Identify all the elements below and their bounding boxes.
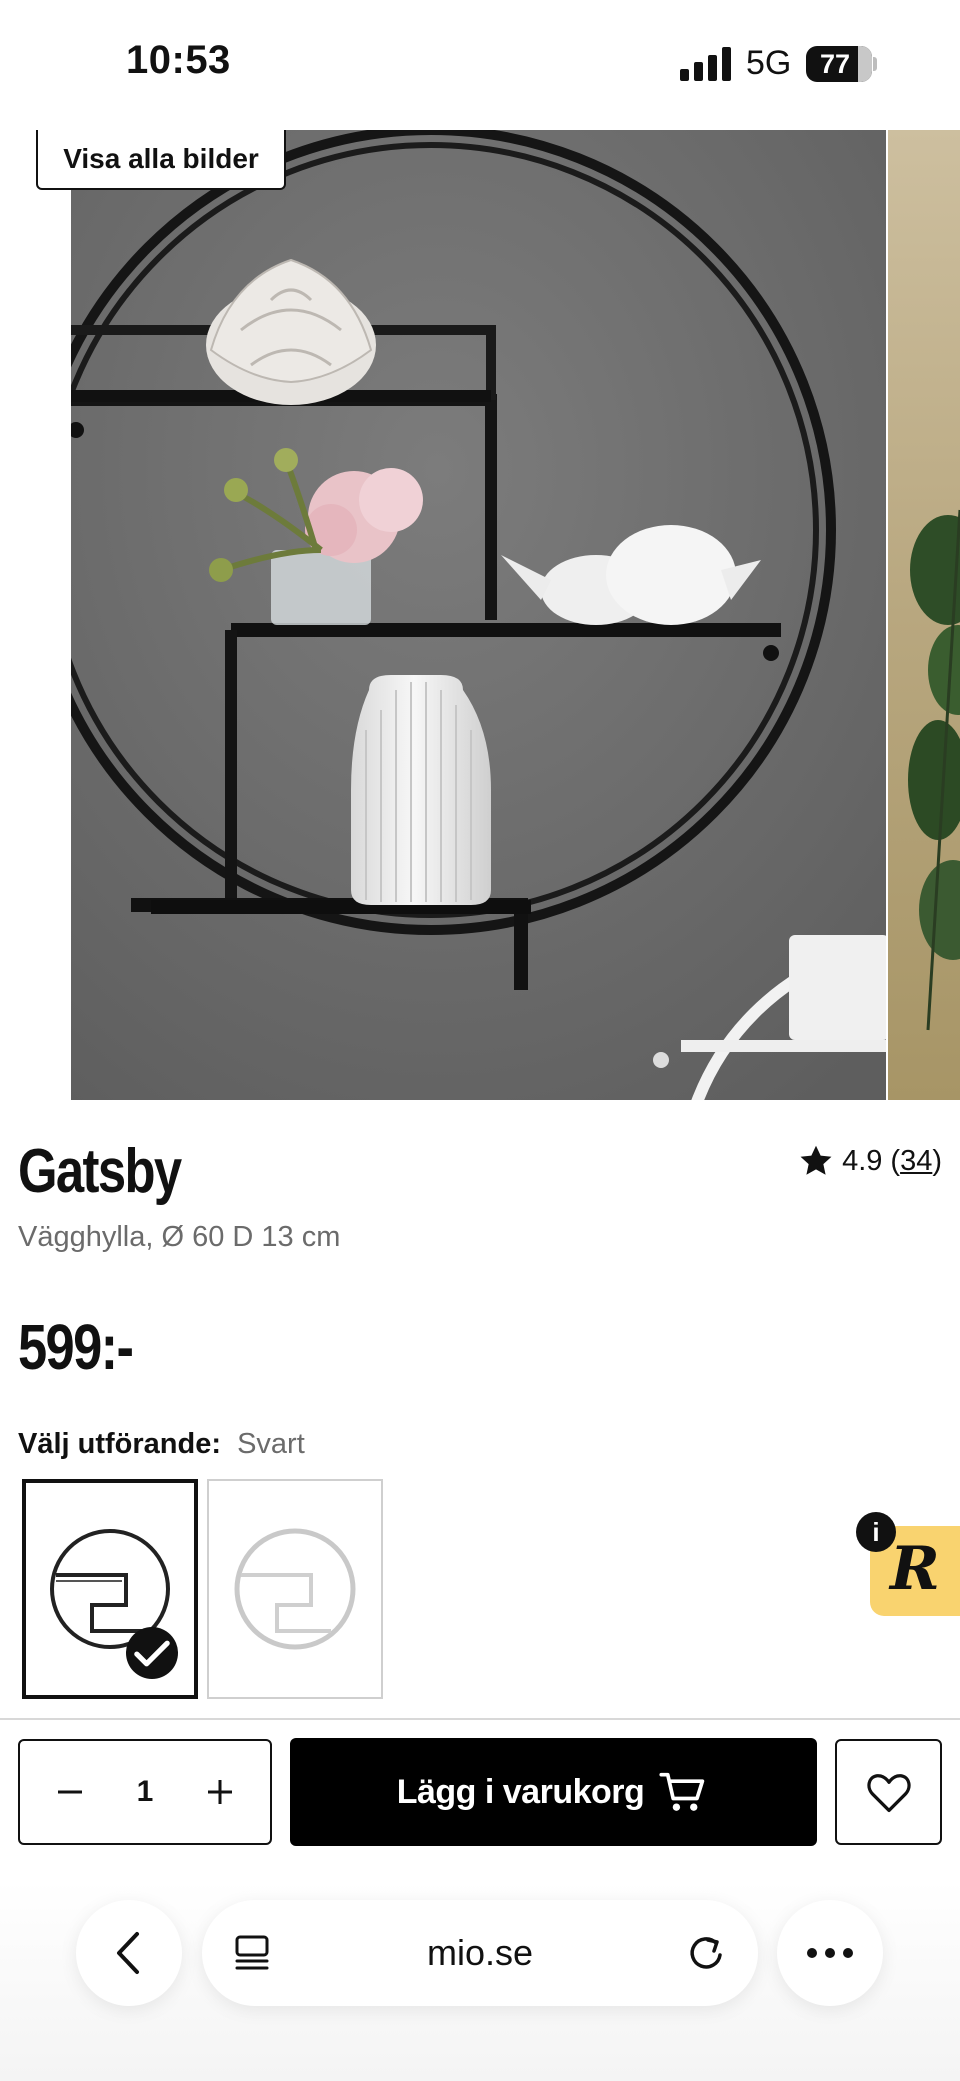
url-text[interactable]: mio.se (202, 1900, 758, 2006)
star-icon (800, 1145, 832, 1175)
network-type: 5G (746, 44, 792, 82)
ellipsis-icon (807, 1948, 853, 1958)
info-icon[interactable]: i (856, 1512, 896, 1552)
minus-icon (58, 1790, 82, 1794)
variant-label-text: Välj utförande: (18, 1428, 222, 1460)
status-bar: 10:53 5G 77 (0, 0, 960, 130)
status-time: 10:53 (126, 38, 231, 82)
quantity-stepper[interactable]: 1 (18, 1739, 272, 1845)
rating-count[interactable]: 34 (900, 1145, 932, 1178)
product-title: Gatsby (18, 1137, 182, 1206)
variant-swatch-black[interactable] (22, 1479, 198, 1699)
variant-selected-value: Svart (237, 1428, 305, 1460)
battery-icon: 77 (806, 46, 872, 82)
divider (0, 1718, 960, 1720)
quantity-value[interactable]: 1 (137, 1775, 154, 1809)
decrease-quantity-button[interactable] (50, 1772, 90, 1812)
signal-icon (680, 47, 731, 81)
reload-icon[interactable] (684, 1931, 728, 1975)
add-to-cart-label: Lägg i varukorg (396, 1772, 645, 1811)
white-shelf-thumbnail (234, 1528, 356, 1650)
rating-open-paren: ( (890, 1144, 901, 1177)
heart-icon (866, 1774, 911, 1813)
battery-tip (873, 57, 877, 71)
product-price: 599:- (18, 1311, 134, 1383)
address-bar[interactable]: mio.se (202, 1900, 758, 2006)
variant-swatch-white[interactable] (207, 1479, 383, 1699)
rating-close-paren: ) (932, 1144, 942, 1177)
product-gallery[interactable]: Visa alla bilder (0, 130, 960, 1100)
plus-icon (208, 1780, 232, 1804)
battery-level: 77 (819, 49, 851, 79)
next-product-image[interactable] (888, 130, 960, 1100)
view-all-images-button[interactable]: Visa alla bilder (36, 130, 286, 190)
more-options-button[interactable] (777, 1900, 883, 2006)
wishlist-button[interactable] (835, 1739, 942, 1845)
reviews-badge-logo: R (890, 1534, 940, 1604)
product-image[interactable] (71, 130, 886, 1100)
rating-value: 4.9 (842, 1144, 883, 1177)
product-rating[interactable]: 4.9 (34) (798, 1143, 942, 1179)
product-subtitle: Vägghylla, Ø 60 D 13 cm (18, 1221, 341, 1253)
increase-quantity-button[interactable] (200, 1772, 240, 1812)
add-to-cart-button[interactable]: Lägg i varukorg (290, 1738, 817, 1846)
back-button[interactable] (76, 1900, 182, 2006)
chevron-left-icon (117, 1932, 139, 1974)
selected-check-icon (126, 1627, 178, 1679)
variant-label: Välj utförande: Svart (18, 1428, 305, 1461)
cart-icon (659, 1772, 705, 1811)
